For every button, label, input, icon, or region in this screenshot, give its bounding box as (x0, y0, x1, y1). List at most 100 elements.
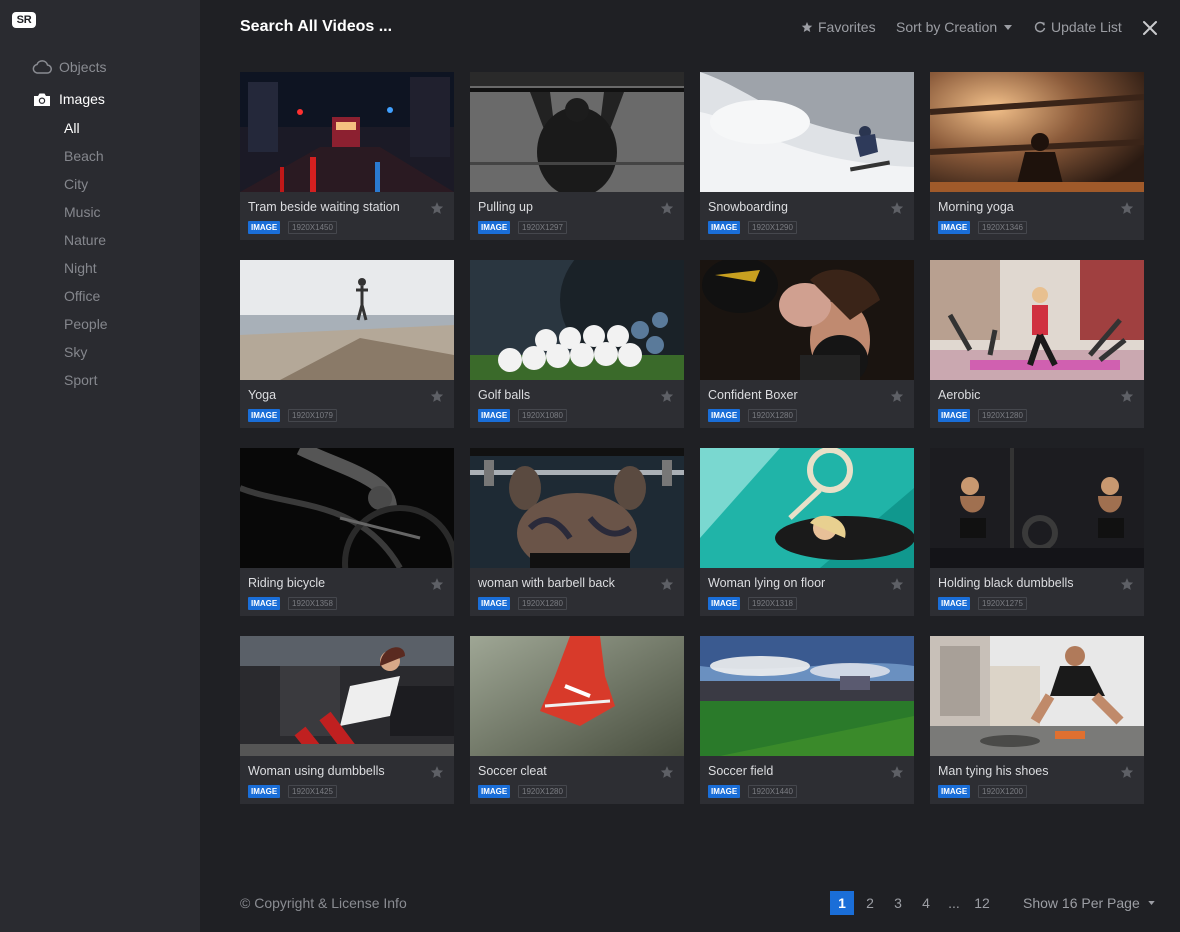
card-body: Morning yoga IMAGE 1920X1346 (930, 192, 1144, 240)
dimensions-tag: 1920X1280 (748, 409, 797, 422)
image-card[interactable]: Yoga IMAGE 1920X1079 (240, 260, 454, 428)
image-card[interactable]: Tram beside waiting station IMAGE 1920X145… (240, 72, 454, 240)
thumbnail-image[interactable] (240, 72, 454, 192)
favorite-star-icon[interactable] (660, 765, 674, 779)
sidebar-category-sport[interactable]: Sport (64, 372, 97, 388)
type-badge: IMAGE (938, 597, 971, 610)
thumbnail-image[interactable] (930, 636, 1144, 756)
favorite-star-icon[interactable] (660, 389, 674, 403)
card-title: Man tying his shoes (938, 764, 1049, 778)
favorite-star-icon[interactable] (430, 389, 444, 403)
cloud-icon (32, 59, 52, 75)
thumbnail-image[interactable] (470, 636, 684, 756)
image-card[interactable]: Man tying his shoes IMAGE 1920X1200 (930, 636, 1144, 804)
page-button-12[interactable]: 12 (970, 891, 994, 915)
image-card[interactable]: Morning yoga IMAGE 1920X1346 (930, 72, 1144, 240)
thumbnail-image[interactable] (930, 72, 1144, 192)
image-card[interactable]: woman with barbell back IMAGE 1920X1280 (470, 448, 684, 616)
favorite-star-icon[interactable] (430, 577, 444, 591)
thumbnail-image[interactable] (240, 448, 454, 568)
image-card[interactable]: Confident Boxer IMAGE 1920X1280 (700, 260, 914, 428)
favorite-star-icon[interactable] (660, 201, 674, 215)
per-page-dropdown[interactable]: Show 16 Per Page (1023, 895, 1155, 911)
image-card[interactable]: Woman using dumbbells IMAGE 1920X1425 (240, 636, 454, 804)
card-body: Snowboarding IMAGE 1920X1290 (700, 192, 914, 240)
card-body: Yoga IMAGE 1920X1079 (240, 380, 454, 428)
type-badge: IMAGE (478, 221, 511, 234)
thumbnail-image[interactable] (700, 636, 914, 756)
card-title: Morning yoga (938, 200, 1014, 214)
sidebar-category-all[interactable]: All (64, 120, 80, 136)
type-badge: IMAGE (708, 409, 741, 422)
thumbnail-image[interactable] (930, 260, 1144, 380)
image-card[interactable]: Woman lying on floor IMAGE 1920X1318 (700, 448, 914, 616)
page-button-4[interactable]: 4 (914, 891, 938, 915)
card-title: woman with barbell back (478, 576, 615, 590)
favorite-star-icon[interactable] (1120, 765, 1134, 779)
favorite-star-icon[interactable] (890, 201, 904, 215)
copyright-link[interactable]: © Copyright & License Info (240, 895, 407, 911)
sidebar-category-people[interactable]: People (64, 316, 108, 332)
update-list-button[interactable]: Update List (1034, 19, 1122, 35)
sidebar-category-office[interactable]: Office (64, 288, 100, 304)
favorites-button[interactable]: Favorites (801, 19, 876, 35)
thumbnail-image[interactable] (240, 260, 454, 380)
card-body: Woman lying on floor IMAGE 1920X1318 (700, 568, 914, 616)
image-card[interactable]: Soccer field IMAGE 1920X1440 (700, 636, 914, 804)
page-button-1[interactable]: 1 (830, 891, 854, 915)
thumbnail-image[interactable] (700, 260, 914, 380)
sidebar-category-night[interactable]: Night (64, 260, 97, 276)
image-card[interactable]: Soccer cleat IMAGE 1920X1280 (470, 636, 684, 804)
sidebar-category-city[interactable]: City (64, 176, 88, 192)
favorite-star-icon[interactable] (1120, 577, 1134, 591)
sidebar-item-objects[interactable]: Objects (32, 59, 106, 75)
favorite-star-icon[interactable] (430, 765, 444, 779)
favorite-star-icon[interactable] (1120, 389, 1134, 403)
image-card[interactable]: Golf balls IMAGE 1920X1080 (470, 260, 684, 428)
favorite-star-icon[interactable] (1120, 201, 1134, 215)
image-card[interactable]: Pulling up IMAGE 1920X1297 (470, 72, 684, 240)
thumbnail-image[interactable] (700, 72, 914, 192)
favorite-star-icon[interactable] (430, 201, 444, 215)
sidebar-category-music[interactable]: Music (64, 204, 101, 220)
thumbnail-image[interactable] (470, 260, 684, 380)
image-card[interactable]: Aerobic IMAGE 1920X1280 (930, 260, 1144, 428)
sidebar-category-nature[interactable]: Nature (64, 232, 106, 248)
sidebar-item-images[interactable]: Images (32, 91, 105, 107)
close-icon[interactable] (1142, 20, 1158, 36)
thumbnail-image[interactable] (930, 448, 1144, 568)
camera-icon (32, 91, 52, 107)
sidebar-category-beach[interactable]: Beach (64, 148, 104, 164)
page-button-2[interactable]: 2 (858, 891, 882, 915)
thumbnail-image[interactable] (470, 448, 684, 568)
thumbnail-image[interactable] (240, 636, 454, 756)
app-logo[interactable]: SR (12, 12, 36, 28)
image-card[interactable]: Riding bicycle IMAGE 1920X1358 (240, 448, 454, 616)
thumbnail-image[interactable] (470, 72, 684, 192)
sort-dropdown[interactable]: Sort by Creation (896, 19, 1013, 35)
card-title: Soccer cleat (478, 764, 547, 778)
type-badge: IMAGE (248, 221, 281, 234)
app-root: SR Objects Images All Beach City Music Natur… (0, 0, 1180, 932)
card-body: Tram beside waiting station IMAGE 1920X145… (240, 192, 454, 240)
favorite-star-icon[interactable] (890, 577, 904, 591)
sidebar-category-sky[interactable]: Sky (64, 344, 87, 360)
thumbnail-image[interactable] (700, 448, 914, 568)
favorite-star-icon[interactable] (890, 389, 904, 403)
favorite-star-icon[interactable] (660, 577, 674, 591)
image-card[interactable]: Holding black dumbbells IMAGE 1920X1275 (930, 448, 1144, 616)
star-icon (801, 22, 813, 32)
card-body: Man tying his shoes IMAGE 1920X1200 (930, 756, 1144, 804)
dimensions-tag: 1920X1450 (288, 221, 337, 234)
dimensions-tag: 1920X1200 (978, 785, 1027, 798)
page-button-3[interactable]: 3 (886, 891, 910, 915)
card-title: Yoga (248, 388, 277, 402)
card-body: Holding black dumbbells IMAGE 1920X1275 (930, 568, 1144, 616)
dimensions-tag: 1920X1318 (748, 597, 797, 610)
type-badge: IMAGE (248, 409, 281, 422)
image-card[interactable]: Snowboarding IMAGE 1920X1290 (700, 72, 914, 240)
card-title: Tram beside waiting station (248, 200, 400, 214)
favorite-star-icon[interactable] (890, 765, 904, 779)
card-body: Pulling up IMAGE 1920X1297 (470, 192, 684, 240)
card-title: Riding bicycle (248, 576, 326, 590)
